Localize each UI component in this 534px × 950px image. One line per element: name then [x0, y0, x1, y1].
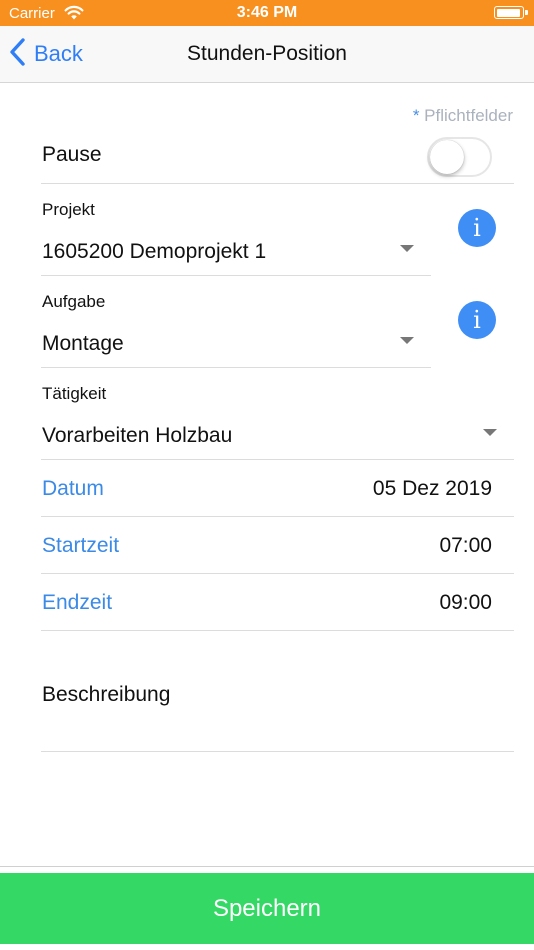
- required-star: *: [412, 106, 420, 125]
- battery-fill: [496, 8, 520, 17]
- divider: [41, 367, 431, 368]
- aufgabe-value: Montage: [42, 332, 124, 355]
- toggle-knob: [430, 140, 464, 174]
- bottom-divider: [0, 866, 534, 867]
- required-fields-note: * Pflichtfelder: [413, 106, 513, 126]
- pause-label: Pause: [42, 143, 102, 166]
- taetigkeit-label: Tätigkeit: [42, 384, 107, 403]
- divider: [41, 183, 514, 184]
- projekt-label: Projekt: [42, 200, 95, 219]
- caret-down-icon: [400, 245, 414, 252]
- taetigkeit-value: Vorarbeiten Holzbau: [42, 424, 233, 447]
- divider: [41, 630, 514, 631]
- divider: [41, 275, 431, 276]
- caret-down-icon: [400, 337, 414, 344]
- datum-value: 05 Dez 2019: [372, 477, 492, 500]
- beschreibung-label: Beschreibung: [42, 683, 171, 706]
- projekt-info-icon[interactable]: i: [458, 209, 496, 247]
- back-button[interactable]: Back: [8, 37, 83, 71]
- app-screen: Carrier 3:46 PM Back Stunden-Position *: [0, 0, 534, 950]
- beschreibung-input[interactable]: [41, 712, 514, 750]
- required-note-text: Pflichtfelder: [424, 106, 513, 125]
- startzeit-label: Startzeit: [42, 534, 120, 557]
- navigation-bar: Back Stunden-Position: [0, 26, 534, 83]
- divider: [41, 751, 514, 752]
- back-label: Back: [34, 41, 83, 66]
- pause-toggle[interactable]: [427, 137, 492, 177]
- endzeit-value: 09:00: [439, 591, 492, 614]
- status-bar: Carrier 3:46 PM: [0, 0, 534, 26]
- chevron-left-icon: [8, 37, 28, 72]
- battery-icon: [494, 6, 528, 19]
- startzeit-value: 07:00: [439, 534, 492, 557]
- datum-label: Datum: [42, 477, 104, 500]
- endzeit-label: Endzeit: [42, 591, 113, 614]
- save-button[interactable]: Speichern: [0, 873, 534, 944]
- projekt-value: 1605200 Demoprojekt 1: [42, 240, 267, 263]
- status-time: 3:46 PM: [236, 4, 298, 21]
- aufgabe-info-icon[interactable]: i: [458, 301, 496, 339]
- aufgabe-label: Aufgabe: [42, 292, 106, 311]
- caret-down-icon: [483, 429, 497, 436]
